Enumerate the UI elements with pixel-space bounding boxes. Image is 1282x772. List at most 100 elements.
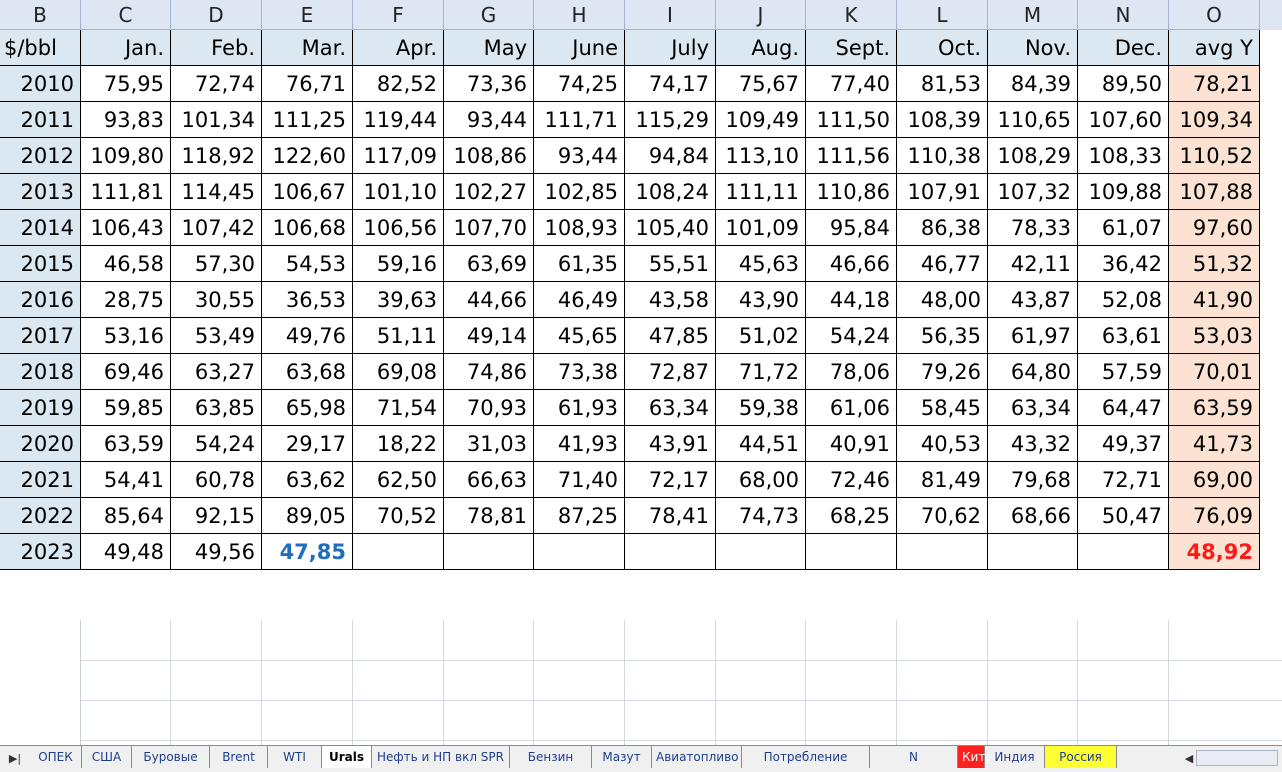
price-cell[interactable] [716, 534, 806, 570]
sheet-tab-13[interactable]: Индия [985, 746, 1045, 768]
price-cell[interactable]: 59,85 [81, 390, 171, 426]
price-cell[interactable]: 108,93 [534, 210, 625, 246]
avg-cell[interactable]: 41,90 [1169, 282, 1260, 318]
price-cell[interactable]: 89,05 [262, 498, 353, 534]
sheet-tab-8[interactable]: Мазут [592, 746, 652, 768]
price-cell[interactable]: 43,87 [988, 282, 1078, 318]
price-cell[interactable]: 119,44 [353, 102, 444, 138]
price-cell[interactable]: 101,10 [353, 174, 444, 210]
month-header-cell[interactable]: June [534, 30, 625, 66]
price-cell[interactable]: 29,17 [262, 426, 353, 462]
month-header-cell[interactable]: Jan. [81, 30, 171, 66]
month-header-cell[interactable]: Aug. [716, 30, 806, 66]
column-letter-N[interactable]: N [1078, 0, 1169, 30]
price-cell[interactable] [1078, 534, 1169, 570]
column-letter-F[interactable]: F [353, 0, 444, 30]
price-cell[interactable]: 108,29 [988, 138, 1078, 174]
price-cell[interactable]: 113,10 [716, 138, 806, 174]
price-cell[interactable]: 79,26 [897, 354, 988, 390]
sheet-tab-6[interactable]: Нефть и НП вкл SPR [372, 746, 510, 768]
avg-cell[interactable]: 107,88 [1169, 174, 1260, 210]
price-cell[interactable]: 78,81 [444, 498, 534, 534]
year-cell[interactable]: 2021 [0, 462, 81, 498]
column-letter-D[interactable]: D [171, 0, 262, 30]
price-cell[interactable]: 46,58 [81, 246, 171, 282]
year-cell[interactable]: 2022 [0, 498, 81, 534]
sheet-tab-5[interactable]: Urals [322, 746, 372, 768]
price-cell[interactable]: 107,70 [444, 210, 534, 246]
price-cell[interactable]: 115,29 [625, 102, 716, 138]
price-cell[interactable]: 43,90 [716, 282, 806, 318]
year-cell[interactable]: 2011 [0, 102, 81, 138]
price-cell[interactable]: 68,00 [716, 462, 806, 498]
price-cell[interactable]: 61,06 [806, 390, 897, 426]
price-cell[interactable]: 61,35 [534, 246, 625, 282]
price-cell[interactable]: 47,85 [625, 318, 716, 354]
price-cell[interactable]: 70,62 [897, 498, 988, 534]
price-cell[interactable]: 102,27 [444, 174, 534, 210]
price-cell[interactable]: 108,33 [1078, 138, 1169, 174]
price-cell[interactable]: 69,46 [81, 354, 171, 390]
price-cell[interactable]: 66,63 [444, 462, 534, 498]
column-letter-G[interactable]: G [444, 0, 534, 30]
price-cell[interactable]: 43,91 [625, 426, 716, 462]
price-cell[interactable]: 75,67 [716, 66, 806, 102]
price-cell[interactable]: 31,03 [444, 426, 534, 462]
price-cell[interactable]: 109,80 [81, 138, 171, 174]
price-cell[interactable]: 39,63 [353, 282, 444, 318]
price-cell[interactable]: 101,09 [716, 210, 806, 246]
year-cell[interactable]: 2020 [0, 426, 81, 462]
price-cell[interactable]: 59,38 [716, 390, 806, 426]
month-header-cell[interactable]: Mar. [262, 30, 353, 66]
price-cell[interactable]: 51,02 [716, 318, 806, 354]
sheet-tab-3[interactable]: Brent [210, 746, 268, 768]
price-cell[interactable]: 54,53 [262, 246, 353, 282]
column-letter-J[interactable]: J [716, 0, 806, 30]
avg-cell[interactable]: 41,73 [1169, 426, 1260, 462]
price-cell[interactable]: 63,27 [171, 354, 262, 390]
price-cell[interactable]: 106,43 [81, 210, 171, 246]
price-cell[interactable] [534, 534, 625, 570]
price-cell[interactable]: 53,49 [171, 318, 262, 354]
price-cell[interactable]: 92,15 [171, 498, 262, 534]
price-cell[interactable]: 93,44 [444, 102, 534, 138]
price-cell[interactable]: 89,50 [1078, 66, 1169, 102]
price-cell[interactable]: 95,84 [806, 210, 897, 246]
price-cell[interactable]: 63,85 [171, 390, 262, 426]
price-cell[interactable]: 109,49 [716, 102, 806, 138]
price-cell[interactable]: 36,42 [1078, 246, 1169, 282]
price-cell[interactable]: 48,00 [897, 282, 988, 318]
price-cell[interactable]: 30,55 [171, 282, 262, 318]
month-header-cell[interactable]: July [625, 30, 716, 66]
price-cell[interactable]: 46,49 [534, 282, 625, 318]
year-cell[interactable]: 2010 [0, 66, 81, 102]
sheet-tab-7[interactable]: Бензин [510, 746, 592, 768]
price-cell[interactable]: 28,75 [81, 282, 171, 318]
price-cell[interactable] [625, 534, 716, 570]
price-cell[interactable]: 50,47 [1078, 498, 1169, 534]
price-cell[interactable]: 72,17 [625, 462, 716, 498]
month-header-cell[interactable]: Oct. [897, 30, 988, 66]
price-cell[interactable]: 71,40 [534, 462, 625, 498]
year-cell[interactable]: 2012 [0, 138, 81, 174]
column-letter-O[interactable]: O [1169, 0, 1260, 30]
price-cell[interactable] [806, 534, 897, 570]
price-cell[interactable]: 93,44 [534, 138, 625, 174]
price-cell[interactable]: 74,86 [444, 354, 534, 390]
column-letter-M[interactable]: M [988, 0, 1078, 30]
price-cell[interactable]: 68,25 [806, 498, 897, 534]
year-cell[interactable]: 2023 [0, 534, 81, 570]
price-cell[interactable]: 107,91 [897, 174, 988, 210]
year-cell[interactable]: 2019 [0, 390, 81, 426]
price-cell[interactable]: 102,85 [534, 174, 625, 210]
price-cell[interactable]: 43,58 [625, 282, 716, 318]
year-cell[interactable]: 2015 [0, 246, 81, 282]
price-cell[interactable]: 63,34 [625, 390, 716, 426]
price-cell[interactable]: 110,38 [897, 138, 988, 174]
month-header-cell[interactable]: avg Y [1169, 30, 1260, 66]
price-cell[interactable]: 94,84 [625, 138, 716, 174]
price-cell[interactable]: 44,51 [716, 426, 806, 462]
avg-cell[interactable]: 63,59 [1169, 390, 1260, 426]
price-cell[interactable]: 64,47 [1078, 390, 1169, 426]
price-cell[interactable]: 111,56 [806, 138, 897, 174]
